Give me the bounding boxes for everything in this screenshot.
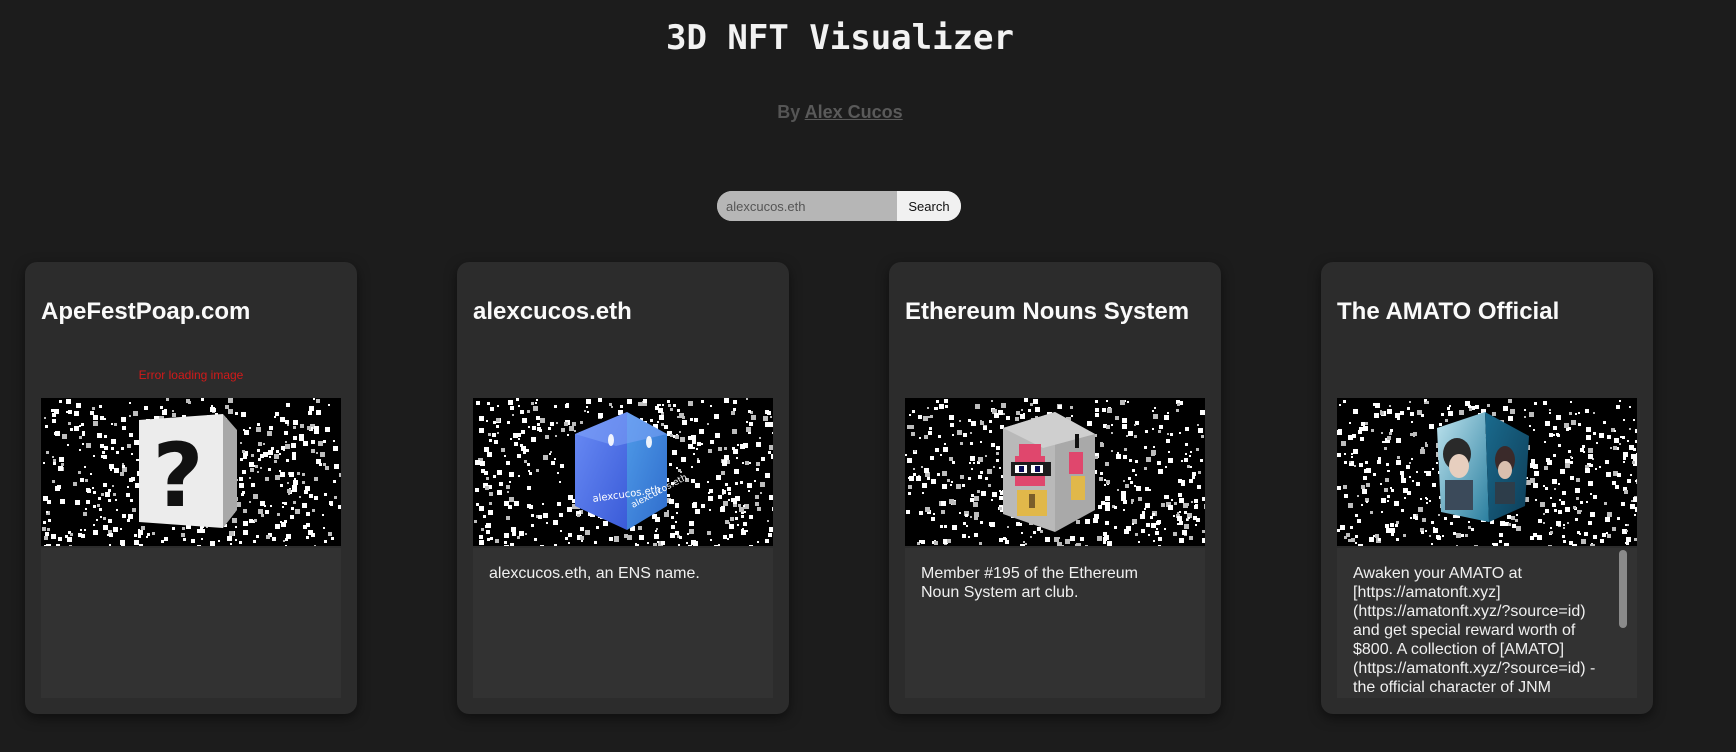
scrollbar-thumb[interactable] — [1619, 550, 1627, 628]
byline-prefix: By — [777, 102, 805, 122]
card-title: The AMATO Official — [1337, 298, 1560, 325]
nft-card: alexcucos.eth alexcucos.eth alexcucos.et… — [457, 262, 789, 714]
nft-3d-scene[interactable]: alexcucos.eth alexcucos.eth — [473, 398, 773, 546]
error-message: Error loading image — [138, 368, 244, 382]
nft-card: The AMATO Official Awaken your AMATO at … — [1321, 262, 1653, 714]
search-input[interactable] — [717, 191, 897, 221]
description-text — [41, 548, 322, 564]
nft-card: Ethereum Nouns System Member #195 of the… — [889, 262, 1221, 714]
nft-3d-scene[interactable]: ? — [41, 398, 341, 546]
nft-card: ApeFestPoap.com Error loading image ? — [25, 262, 357, 714]
svg-text:?: ? — [152, 424, 203, 527]
description-box: Member #195 of the Ethereum Noun System … — [905, 548, 1205, 698]
nft-3d-scene[interactable] — [1337, 398, 1637, 546]
search-bar: Search — [717, 191, 961, 221]
question-mark-cube: ? — [139, 414, 237, 528]
description-text: alexcucos.eth, an ENS name. — [489, 565, 700, 582]
noun-cube — [1003, 412, 1095, 532]
byline: By Alex Cucos — [0, 102, 1680, 123]
author-link[interactable]: Alex Cucos — [805, 102, 903, 122]
description-box — [41, 548, 341, 698]
page-title: 3D NFT Visualizer — [666, 18, 1014, 58]
description-box[interactable]: Awaken your AMATO at [https://amatonft.x… — [1337, 548, 1637, 698]
amato-cube — [1437, 412, 1529, 522]
card-title: alexcucos.eth — [473, 298, 632, 325]
card-title: ApeFestPoap.com — [41, 298, 251, 325]
nft-3d-scene[interactable] — [905, 398, 1205, 546]
description-box: alexcucos.eth, an ENS name. — [473, 548, 773, 698]
ens-cube: alexcucos.eth alexcucos.eth — [575, 412, 689, 530]
description-text: Member #195 of the Ethereum Noun System … — [921, 565, 1139, 601]
card-title: Ethereum Nouns System — [905, 298, 1190, 325]
description-text: Awaken your AMATO at [https://amatonft.x… — [1353, 565, 1596, 696]
search-button[interactable]: Search — [897, 191, 961, 221]
